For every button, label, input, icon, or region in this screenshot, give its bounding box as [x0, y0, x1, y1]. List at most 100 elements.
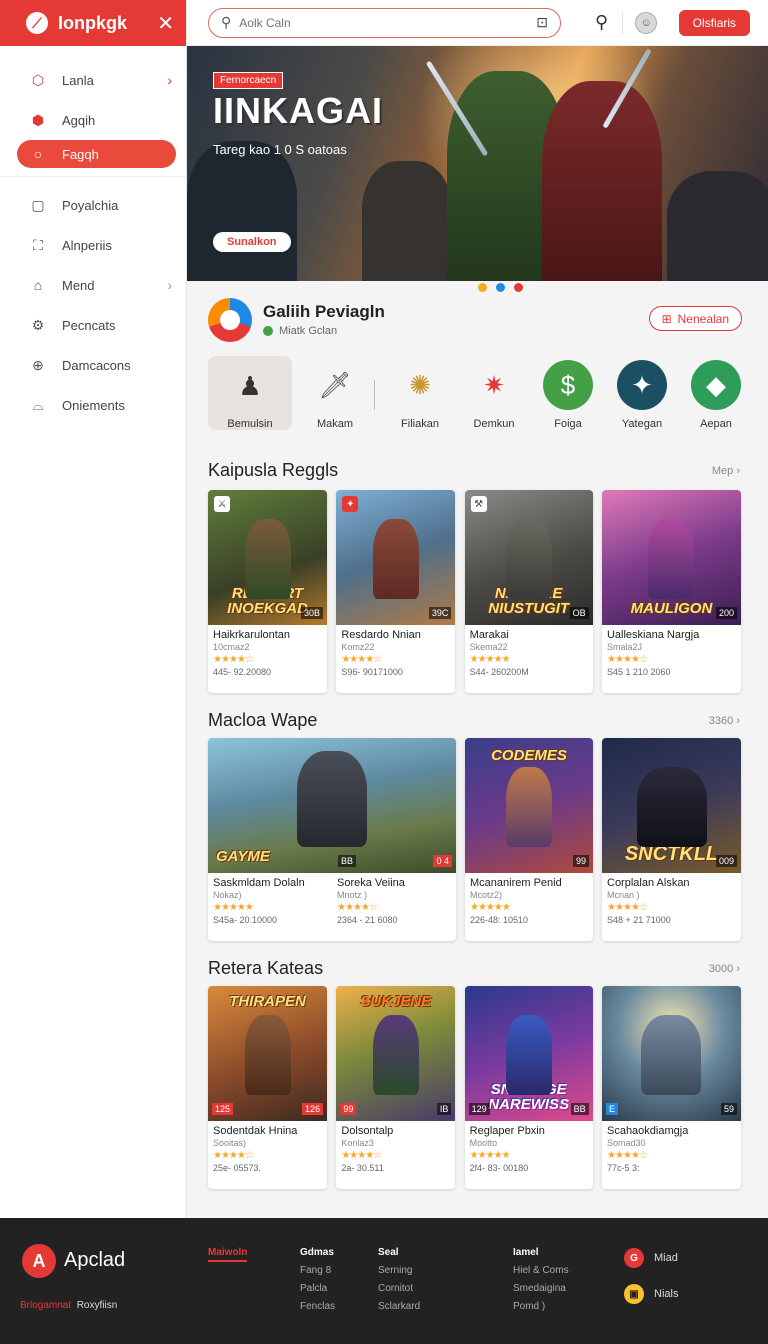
footer-link[interactable]: Palcla — [300, 1280, 335, 1298]
game-name: Dolsontalp — [341, 1125, 394, 1137]
game-card[interactable]: ✦ 39C Resdardo Nnian Komz22 ★★★★☆ S96- 9… — [336, 490, 456, 693]
footer-link[interactable]: Fenclas — [300, 1298, 335, 1316]
avatar[interactable]: ☺ — [635, 11, 658, 34]
character-figure — [505, 519, 552, 599]
game-card[interactable]: SNUGNGE NAREWISS 129 BB Reglaper Pbxin M… — [464, 986, 593, 1189]
sidebar-item-label: Alnperiis — [62, 237, 112, 253]
mail-icon: ▣ — [624, 1284, 644, 1304]
carousel-dot[interactable] — [496, 283, 505, 292]
sidebar-item-agqih[interactable]: ⬢ Agqih — [0, 100, 186, 140]
game-art: THIRAPEN 125 126 — [208, 986, 327, 1121]
sidebar-item-mend[interactable]: ⌂ Mend › — [0, 265, 186, 305]
carousel-dot[interactable] — [514, 283, 523, 292]
category-demkun[interactable]: ✷ Demkun — [459, 356, 529, 431]
sidebar-item-pecncats[interactable]: ⚙ Pecncats — [0, 305, 186, 345]
game-card[interactable]: THIRAPEN 125 126 Sodentdak Hnina Sooitas… — [208, 986, 327, 1189]
character-figure — [505, 1015, 552, 1095]
game-name: Ualleskiana Nargja — [606, 629, 700, 641]
footer-social-link[interactable]: G Miad — [624, 1248, 678, 1268]
footer: A Apclad Brlogamnat Roxyfiisn Maiwoln Gd… — [0, 1218, 768, 1344]
dollar-icon: $ — [543, 360, 593, 410]
game-name: Scahaokdiamgja — [606, 1125, 689, 1137]
footer-link[interactable]: Smedaigina — [513, 1280, 569, 1298]
sidebar-item-alnperiis[interactable]: ⛶ Alnperiis — [0, 225, 186, 265]
hero-banner[interactable]: Fernorcaecn IINKAGAI Tareg kao 1 0 S oat… — [187, 46, 768, 281]
game-stat: 2a- 30.511 — [341, 1163, 384, 1173]
category-label: Aepan — [700, 418, 732, 430]
sidebar-item-fagqh[interactable]: ○ Fagqh — [17, 140, 176, 168]
footer-link[interactable]: Hiel & Coms — [513, 1262, 569, 1280]
search-icon[interactable]: ⚲ — [595, 12, 608, 33]
robot-icon[interactable]: ⊡ — [536, 14, 548, 31]
category-foiga[interactable]: $ Foiga — [533, 356, 603, 430]
search-box[interactable]: ⚲ ⊡ — [208, 7, 561, 38]
rating-badge: 99 — [340, 1103, 357, 1115]
sidebar-item-label: Pecncats — [62, 317, 116, 333]
sidebar-item-damcacons[interactable]: ⊕ Damcacons — [0, 345, 186, 385]
game-stat: S48 + 21 71000 — [607, 915, 671, 925]
signin-button[interactable]: Olsfiaris — [678, 9, 750, 36]
game-art: ✦ 39C — [336, 490, 456, 625]
footer-column: Maiwoln — [208, 1244, 248, 1262]
category-label: Foiga — [554, 418, 582, 430]
footer-link[interactable]: Serning — [378, 1262, 420, 1280]
search-input[interactable] — [239, 15, 537, 30]
footer-column-heading: Iamel — [513, 1247, 539, 1258]
game-art: GAYME BB 0 4 — [208, 738, 456, 873]
section-more-link[interactable]: 3000 › — [709, 963, 740, 975]
star-rating: ★★★★☆ — [337, 902, 378, 913]
game-card[interactable]: SUKJENE 99 IB Dolsontalp Konlaz3 ★★★★☆ 2… — [336, 986, 456, 1189]
game-card[interactable]: ⚔ RESTORT INOEKGAD 30B Haikrkarulontan 1… — [208, 490, 327, 693]
category-aepan[interactable]: ◆ Aepan — [681, 356, 751, 430]
game-card[interactable]: ⚒ NAEDIRE NIUSTUGIT OB Marakai Skema22 ★… — [464, 490, 593, 693]
section-more-link[interactable]: Mep › — [712, 465, 740, 477]
game-name: Reglaper Pbxin — [469, 1125, 545, 1137]
game-meta: Konlaz3 — [341, 1138, 374, 1148]
category-yategan[interactable]: ✦ Yategan — [607, 356, 677, 430]
star-rating: ★★★★☆ — [607, 902, 648, 913]
category-bemulsin[interactable]: ♟ Bemulsin — [208, 356, 292, 430]
game-card[interactable]: GAYME BB 0 4 Saskmldam Dolaln Nokaz) ★★★… — [208, 738, 456, 941]
footer-social-link[interactable]: ▣ Nials — [624, 1284, 678, 1304]
game-action-button[interactable]: ⊞ Nenealan — [648, 306, 742, 331]
sidebar-item-poyalchia[interactable]: ▢ Poyalchia — [0, 185, 186, 225]
category-filiakan[interactable]: ✺ Filiakan — [385, 356, 455, 431]
hero-tag: Fernorcaecn — [213, 72, 284, 89]
home-icon: ⌂ — [33, 277, 43, 293]
carousel-dot[interactable] — [478, 283, 487, 292]
game-card[interactable]: CODEMES 99 Mcananirem Penid Mcotz2) ★★★★… — [465, 738, 593, 941]
close-icon[interactable]: ✕ — [157, 11, 174, 36]
top-bar: ⚲ ⊡ ⚲ ☺ Olsfiaris — [187, 0, 768, 46]
rating-badge: 200 — [715, 607, 737, 619]
category-badge-icon: ✦ — [342, 496, 359, 512]
game-logo-text: GAYME — [216, 848, 270, 866]
sidebar-item-lanla[interactable]: ⬡ Lanla › — [0, 60, 186, 100]
hero-cta-button[interactable]: Sunalkon — [213, 232, 291, 252]
category-divider — [374, 380, 375, 410]
game-name: Saskmldam Dolaln — [213, 877, 305, 889]
footer-link[interactable]: Fang 8 — [300, 1262, 335, 1280]
footer-link[interactable]: Cornitot — [378, 1280, 420, 1298]
footer-link[interactable]: Sclarkard — [378, 1298, 420, 1316]
rating-badge: 125 — [212, 1103, 234, 1115]
game-name: Mcananirem Penid — [470, 877, 562, 889]
footer-link[interactable]: Pomd ) — [513, 1298, 569, 1316]
game-name: Haikrkarulontan — [213, 629, 291, 641]
sidebar-item-oniements[interactable]: ⌓ Oniements — [0, 385, 186, 425]
game-card[interactable]: MAULIGON 200 Ualleskiana Nargja Smala2J … — [601, 490, 741, 693]
g-icon: G — [624, 1248, 644, 1268]
game-logo-text: THIRAPEN — [229, 993, 306, 1010]
footer-column-heading[interactable]: Maiwoln — [208, 1246, 248, 1262]
game-card[interactable]: SNCTKLL 009 Corplalan Alskan Mcnan ) ★★★… — [602, 738, 741, 941]
footer-column-heading: Gdmas — [300, 1247, 334, 1258]
category-label: Yategan — [621, 418, 663, 430]
character-figure — [372, 519, 419, 599]
game-stat: S96- 90171000 — [341, 667, 403, 677]
game-card[interactable]: E 59 Scahaokdiamgja Somad30 ★★★★☆ 77c-5 … — [601, 986, 741, 1189]
game-meta: Komz22 — [341, 642, 375, 652]
bookmark-icon: ⛶ — [33, 236, 43, 253]
category-makam[interactable]: 🗡 Makam — [300, 356, 370, 431]
star-rating: ★★★★★ — [469, 1150, 511, 1161]
game-art: SNUGNGE NAREWISS 129 BB — [464, 986, 593, 1121]
section-more-link[interactable]: 3360 › — [709, 715, 740, 727]
